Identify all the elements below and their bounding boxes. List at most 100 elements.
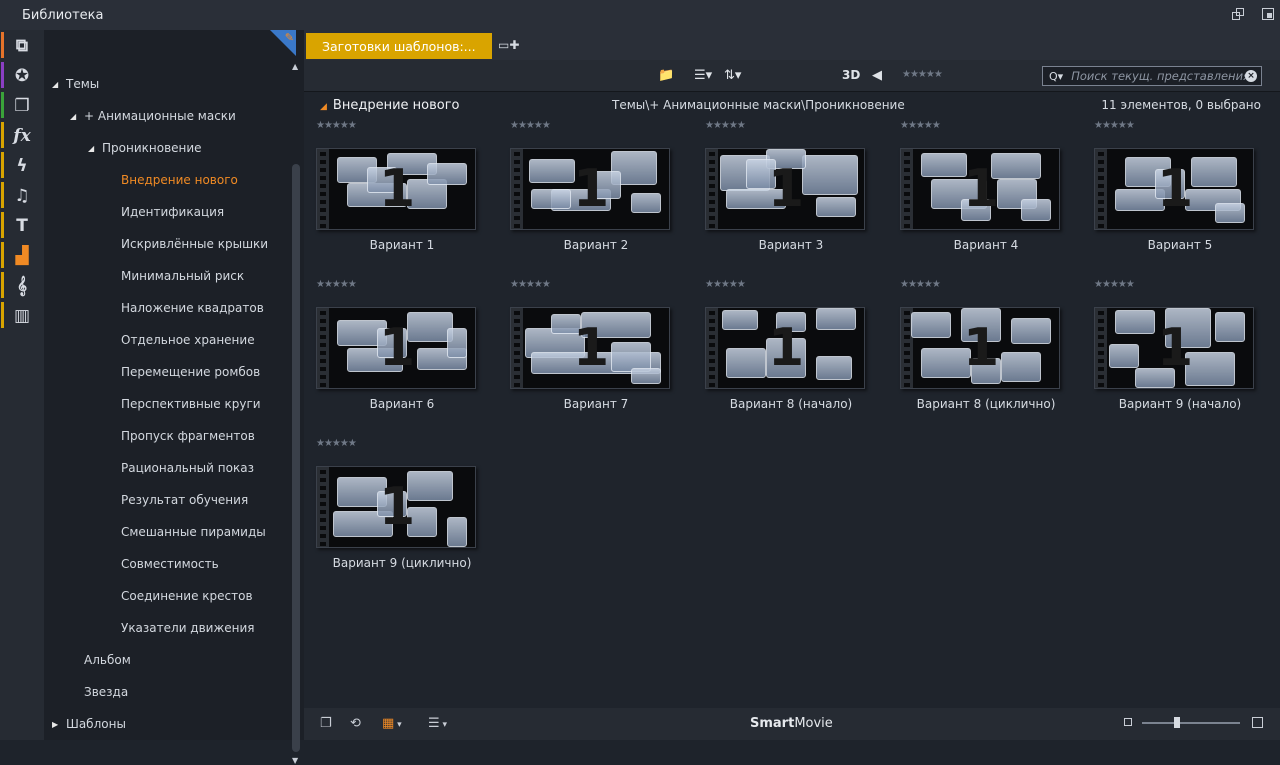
rating-stars[interactable]: ★★★★★	[316, 279, 357, 290]
tree-item[interactable]: Рациональный показ	[121, 457, 254, 479]
rating-stars[interactable]: ★★★★★	[1094, 279, 1135, 290]
templates-icon[interactable]: ▟	[4, 242, 40, 270]
tree-item[interactable]: Отдельное хранение	[121, 329, 255, 351]
title-icon[interactable]: T	[4, 212, 40, 240]
box-icon[interactable]: ⧉	[4, 32, 40, 60]
collapse-arrow-icon[interactable]: ◢	[52, 80, 66, 89]
zoom-slider[interactable]	[1142, 717, 1240, 728]
template-item[interactable]: ★★★★★ 1 Вариант 8 (циклично)	[888, 279, 1060, 434]
treble-clef-icon[interactable]: 𝄞	[4, 272, 40, 300]
tree-item-label: Перемещение ромбов	[121, 365, 261, 379]
tree-item[interactable]: Смешанные пирамиды	[121, 521, 266, 543]
pinned-corner-badge[interactable]: ✎	[270, 30, 296, 56]
tree-item[interactable]: Звезда	[84, 681, 128, 703]
tree-item[interactable]: ◢ Проникновение	[88, 137, 202, 159]
rating-stars[interactable]: ★★★★★	[1094, 120, 1135, 131]
template-item[interactable]: ★★★★★ 1 Вариант 1	[304, 120, 476, 275]
collapse-arrow-icon[interactable]: ◢	[88, 144, 102, 153]
grid-view-icon[interactable]: ▦ ▾	[382, 716, 402, 731]
tree-item[interactable]: Перспективные круги	[121, 393, 261, 415]
lightning-icon[interactable]: ϟ	[4, 152, 40, 180]
folder-title[interactable]: ◢ Внедрение нового	[320, 98, 460, 113]
template-item[interactable]: ★★★★★ 1 Вариант 9 (циклично)	[304, 438, 476, 593]
tree-item[interactable]: Искривлённые крышки	[121, 233, 268, 255]
sort-icon[interactable]: ⇅▾	[724, 68, 741, 83]
stack-icon[interactable]: ❐	[4, 92, 40, 120]
template-item[interactable]: ★★★★★ 1 Вариант 7	[498, 279, 670, 434]
tab-templates[interactable]: Заготовки шаблонов:...	[306, 33, 492, 59]
tree-item[interactable]: ◢ + Анимационные маски	[70, 105, 236, 127]
tree-item[interactable]: Результат обучения	[121, 489, 248, 511]
fx-icon[interactable]: fx	[4, 122, 40, 150]
details-view-icon[interactable]: ☰ ▾	[428, 716, 447, 731]
rating-stars[interactable]: ★★★★★	[900, 279, 941, 290]
template-thumbnail[interactable]: 1	[705, 307, 865, 389]
collapse-arrow-icon[interactable]: ◢	[70, 112, 84, 121]
tree-item[interactable]: Наложение квадратов	[121, 297, 264, 319]
zoom-slider-knob[interactable]	[1174, 717, 1180, 728]
template-item[interactable]: ★★★★★ 1 Вариант 4	[888, 120, 1060, 275]
template-thumbnail[interactable]: 1	[900, 307, 1060, 389]
tree-item[interactable]: Совместимость	[121, 553, 219, 575]
search-icon[interactable]: Q▾	[1049, 70, 1063, 83]
tree-item[interactable]: Пропуск фрагментов	[121, 425, 255, 447]
template-thumbnail[interactable]: 1	[1094, 307, 1254, 389]
folder-icon[interactable]: 📁	[658, 68, 674, 83]
collapse-arrow-icon[interactable]: ◢	[320, 102, 327, 112]
list-view-icon[interactable]: ☰▾	[694, 68, 712, 83]
rating-stars[interactable]: ★★★★★	[316, 438, 357, 449]
main-panel: Заготовки шаблонов:... ▭✚ 📁 ☰▾ ⇅▾ 3D ◀ ★…	[304, 30, 1280, 740]
tree-scrollbar[interactable]: ▲ ▼	[290, 60, 302, 765]
template-thumbnail[interactable]: 1	[510, 148, 670, 230]
template-item[interactable]: ★★★★★ 1 Вариант 6	[304, 279, 476, 434]
clear-search-icon[interactable]: ×	[1245, 70, 1257, 82]
tree-item[interactable]: ◢ Темы	[52, 73, 99, 95]
scroll-up-icon[interactable]: ▲	[292, 62, 298, 71]
rating-stars[interactable]: ★★★★★	[510, 279, 551, 290]
tree-item[interactable]: ▶ Шаблоны	[52, 713, 126, 735]
search-field[interactable]: Q▾ Поиск текущ. представления ×	[1042, 66, 1262, 86]
template-thumbnail[interactable]: 1	[705, 148, 865, 230]
copy-icon[interactable]: ❐	[320, 716, 332, 731]
rating-filter[interactable]: ★★★★★	[902, 69, 943, 80]
pin-tab-icon[interactable]: ▭✚	[498, 38, 519, 52]
template-item[interactable]: ★★★★★ 1 Вариант 8 (начало)	[693, 279, 865, 434]
3d-toggle-button[interactable]: 3D	[842, 68, 860, 82]
rating-stars[interactable]: ★★★★★	[900, 120, 941, 131]
template-item[interactable]: ★★★★★ 1 Вариант 5	[1082, 120, 1254, 275]
small-thumbs-icon[interactable]	[1124, 718, 1132, 726]
tree-item[interactable]: Указатели движения	[121, 617, 255, 639]
template-thumbnail[interactable]: 1	[316, 148, 476, 230]
rating-stars[interactable]: ★★★★★	[705, 120, 746, 131]
tree-item[interactable]: Минимальный риск	[121, 265, 244, 287]
rating-stars[interactable]: ★★★★★	[705, 279, 746, 290]
minimize-window-button[interactable]	[1262, 8, 1274, 20]
template-thumbnail[interactable]: 1	[316, 466, 476, 548]
tree-item[interactable]: Альбом	[84, 649, 131, 671]
tree-item[interactable]: Соединение крестов	[121, 585, 253, 607]
film-reel-icon[interactable]: ✪	[4, 62, 40, 90]
tree-item-label: Смешанные пирамиды	[121, 525, 266, 539]
scroll-down-icon[interactable]: ▼	[292, 756, 298, 765]
refresh-icon[interactable]: ⟲	[350, 716, 361, 731]
template-thumbnail[interactable]: 1	[510, 307, 670, 389]
tree-item[interactable]: Идентификация	[121, 201, 224, 223]
template-thumbnail[interactable]: 1	[1094, 148, 1254, 230]
scroll-thumb[interactable]	[292, 164, 300, 752]
template-item[interactable]: ★★★★★ 1 Вариант 2	[498, 120, 670, 275]
tag-icon[interactable]: ◀	[872, 68, 882, 83]
template-item[interactable]: ★★★★★ 1 Вариант 3	[693, 120, 865, 275]
tree-item[interactable]: Перемещение ромбов	[121, 361, 260, 383]
piano-icon[interactable]: ▥	[4, 302, 40, 330]
rating-stars[interactable]: ★★★★★	[316, 120, 357, 131]
music-note-icon[interactable]: ♫	[4, 182, 40, 210]
expand-arrow-icon[interactable]: ▶	[52, 720, 66, 729]
template-thumbnail[interactable]: 1	[900, 148, 1060, 230]
template-item[interactable]: ★★★★★ 1 Вариант 9 (начало)	[1082, 279, 1254, 434]
rating-stars[interactable]: ★★★★★	[510, 120, 551, 131]
template-thumbnail[interactable]: 1	[316, 307, 476, 389]
large-thumbs-icon[interactable]	[1252, 717, 1263, 728]
undock-button[interactable]	[1232, 8, 1244, 20]
smartmovie-button[interactable]: SmartMovie	[750, 716, 833, 731]
tree-item[interactable]: Внедрение нового	[121, 169, 238, 191]
